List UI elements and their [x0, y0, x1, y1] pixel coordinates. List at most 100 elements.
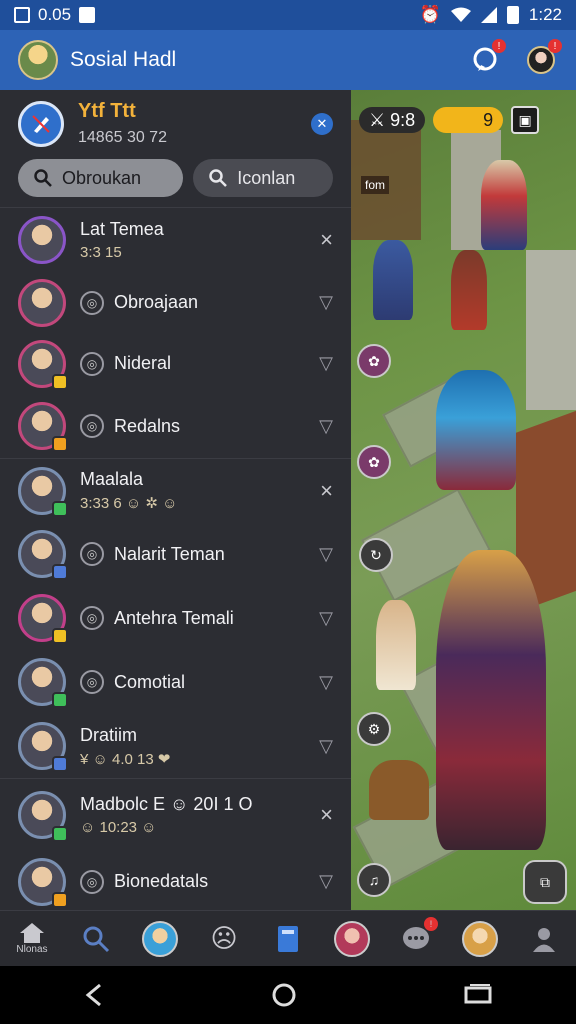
- notification-dot: !: [492, 39, 506, 53]
- skill-button[interactable]: ✿: [357, 344, 391, 378]
- friend-list-item[interactable]: Dratiim ¥ ☺ 4.0 13 ❤ ▽: [0, 714, 351, 778]
- music-button[interactable]: ♫: [357, 863, 391, 897]
- statue: [526, 250, 576, 410]
- home-circle-icon[interactable]: [271, 982, 297, 1008]
- game-menu-button[interactable]: ▣: [511, 106, 540, 134]
- nav-book[interactable]: [264, 915, 312, 963]
- skill-button[interactable]: ✿: [357, 445, 391, 479]
- gold-counter: 9: [433, 107, 504, 133]
- user-avatar[interactable]: [18, 40, 58, 80]
- game-view[interactable]: ⚔ 9:8 9 ▣ fom ✿ ✿ ↻ ⚙ ♫ ⧉: [351, 90, 576, 910]
- friend-list-item[interactable]: ◎ Redalns ▽: [0, 394, 351, 458]
- friend-list-item[interactable]: Lat Temea 3:3 15 ×: [0, 208, 351, 272]
- game-character: [481, 160, 527, 250]
- friend-name: Comotial: [114, 671, 186, 692]
- chat-notifications-button[interactable]: !: [468, 39, 506, 77]
- app-header: Sosial Hadl ! !: [0, 30, 576, 90]
- friend-name: Bionedatals: [114, 871, 209, 891]
- friend-list-item[interactable]: Maalala 3:33 6 ☺ ✲ ☺ ×: [0, 458, 351, 522]
- status-badge: [52, 373, 68, 390]
- dismiss-icon[interactable]: ×: [320, 802, 333, 828]
- expand-icon[interactable]: ▽: [319, 292, 333, 313]
- status-badge: [52, 628, 68, 644]
- dismiss-icon[interactable]: ×: [320, 478, 333, 504]
- search-chip-obroukan[interactable]: Obroukan: [18, 159, 184, 197]
- friend-name: Redalns: [114, 415, 181, 436]
- status-time-right: 1:22: [528, 5, 562, 24]
- game-character: [373, 240, 413, 320]
- nav-friend-3[interactable]: [456, 915, 504, 963]
- status-badge: [52, 564, 68, 580]
- expand-icon[interactable]: ▽: [319, 608, 333, 629]
- game-status-icon: ◎: [80, 351, 104, 376]
- person-icon: [533, 927, 555, 952]
- game-status-icon: ◎: [80, 869, 104, 894]
- nav-search[interactable]: [72, 915, 120, 963]
- search-chip-iconlan[interactable]: Iconlan: [193, 159, 333, 197]
- status-time-left: 0.05: [38, 5, 72, 24]
- friend-avatar: [462, 920, 498, 957]
- drawer-close-button[interactable]: ✕: [311, 112, 333, 135]
- status-badge: [52, 825, 68, 842]
- friend-text: Madbolc E ☺ 20I 1 O ☺ 10:23 ☺: [80, 794, 252, 836]
- book-icon: [278, 925, 298, 952]
- recents-icon[interactable]: [464, 984, 492, 1006]
- search-icon: [209, 169, 228, 187]
- friend-list-item[interactable]: Madbolc E ☺ 20I 1 O ☺ 10:23 ☺ ×: [0, 778, 351, 851]
- lives-counter: ⚔ 9:8: [359, 107, 426, 133]
- search-chip-label: Iconlan: [237, 167, 296, 188]
- friend-name: Obroajaan: [114, 292, 199, 312]
- status-badge: [52, 501, 68, 517]
- friend-list-item[interactable]: ◎ Nalarit Teman ▽: [0, 522, 351, 586]
- expand-icon[interactable]: ▽: [319, 353, 333, 374]
- creature-icon: ☹: [210, 923, 238, 953]
- expand-icon[interactable]: ▽: [319, 871, 333, 892]
- game-status-icon: ◎: [80, 542, 104, 566]
- friend-name: Nideral: [114, 353, 172, 373]
- back-icon[interactable]: [84, 983, 104, 1007]
- notification-icon: [14, 7, 30, 23]
- expand-icon[interactable]: ▽: [319, 672, 333, 693]
- dismiss-icon[interactable]: ×: [320, 227, 333, 253]
- system-navigation: [0, 966, 576, 1024]
- search-icon: [83, 926, 110, 952]
- notification-dot: !: [548, 39, 562, 53]
- sword-icon: ⚔: [369, 109, 391, 130]
- friend-list-item[interactable]: ◎ Nideral ▽: [0, 333, 351, 394]
- battery-icon: [506, 6, 519, 24]
- expand-icon[interactable]: ▽: [319, 416, 333, 437]
- nav-home-label: Nlonas: [16, 944, 48, 955]
- status-bar: 0.05 ⏰ 1:22: [0, 0, 576, 30]
- nav-friend-2[interactable]: [328, 915, 376, 963]
- game-character: [451, 250, 487, 330]
- status-badge: [52, 891, 68, 908]
- friend-name: Nalarit Teman: [114, 543, 225, 564]
- friend-list-item[interactable]: ◎ Comotial ▽: [0, 650, 351, 714]
- friend-list-item[interactable]: ◎ Antehra Temali ▽: [0, 586, 351, 650]
- expand-icon[interactable]: ▽: [319, 544, 333, 565]
- map-button[interactable]: ⧉: [523, 860, 567, 904]
- friend-list-item[interactable]: ◎ Obroajaan ▽: [0, 272, 351, 333]
- friend-status: ¥ ☺ 4.0 13 ❤: [80, 750, 171, 768]
- nav-profile[interactable]: [520, 915, 568, 963]
- share-button[interactable]: ↻: [359, 538, 393, 572]
- settings-button[interactable]: ⚙: [357, 712, 391, 746]
- nav-creature[interactable]: ☹: [200, 915, 248, 963]
- status-badge: [52, 692, 68, 708]
- alarm-icon: ⏰: [419, 5, 441, 24]
- notification-dot: !: [424, 916, 438, 931]
- game-creature: [369, 760, 429, 820]
- search-chip-label: Obroukan: [62, 167, 142, 188]
- game-status-icon: ◎: [80, 670, 104, 694]
- nav-friend-1[interactable]: [136, 915, 184, 963]
- game-status-icon: ◎: [80, 290, 104, 315]
- status-badge: [52, 436, 68, 452]
- friend-list-item[interactable]: ◎ Bionedatals ▽: [0, 851, 351, 910]
- status-badge: [52, 756, 68, 772]
- profile-alerts-button[interactable]: !: [524, 39, 562, 77]
- nav-chat[interactable]: !: [392, 915, 440, 963]
- expand-icon[interactable]: ▽: [319, 736, 333, 757]
- nav-home[interactable]: Nlonas: [8, 915, 56, 963]
- profile-avatar[interactable]: [18, 100, 64, 147]
- app-title: Sosial Hadl: [70, 48, 177, 71]
